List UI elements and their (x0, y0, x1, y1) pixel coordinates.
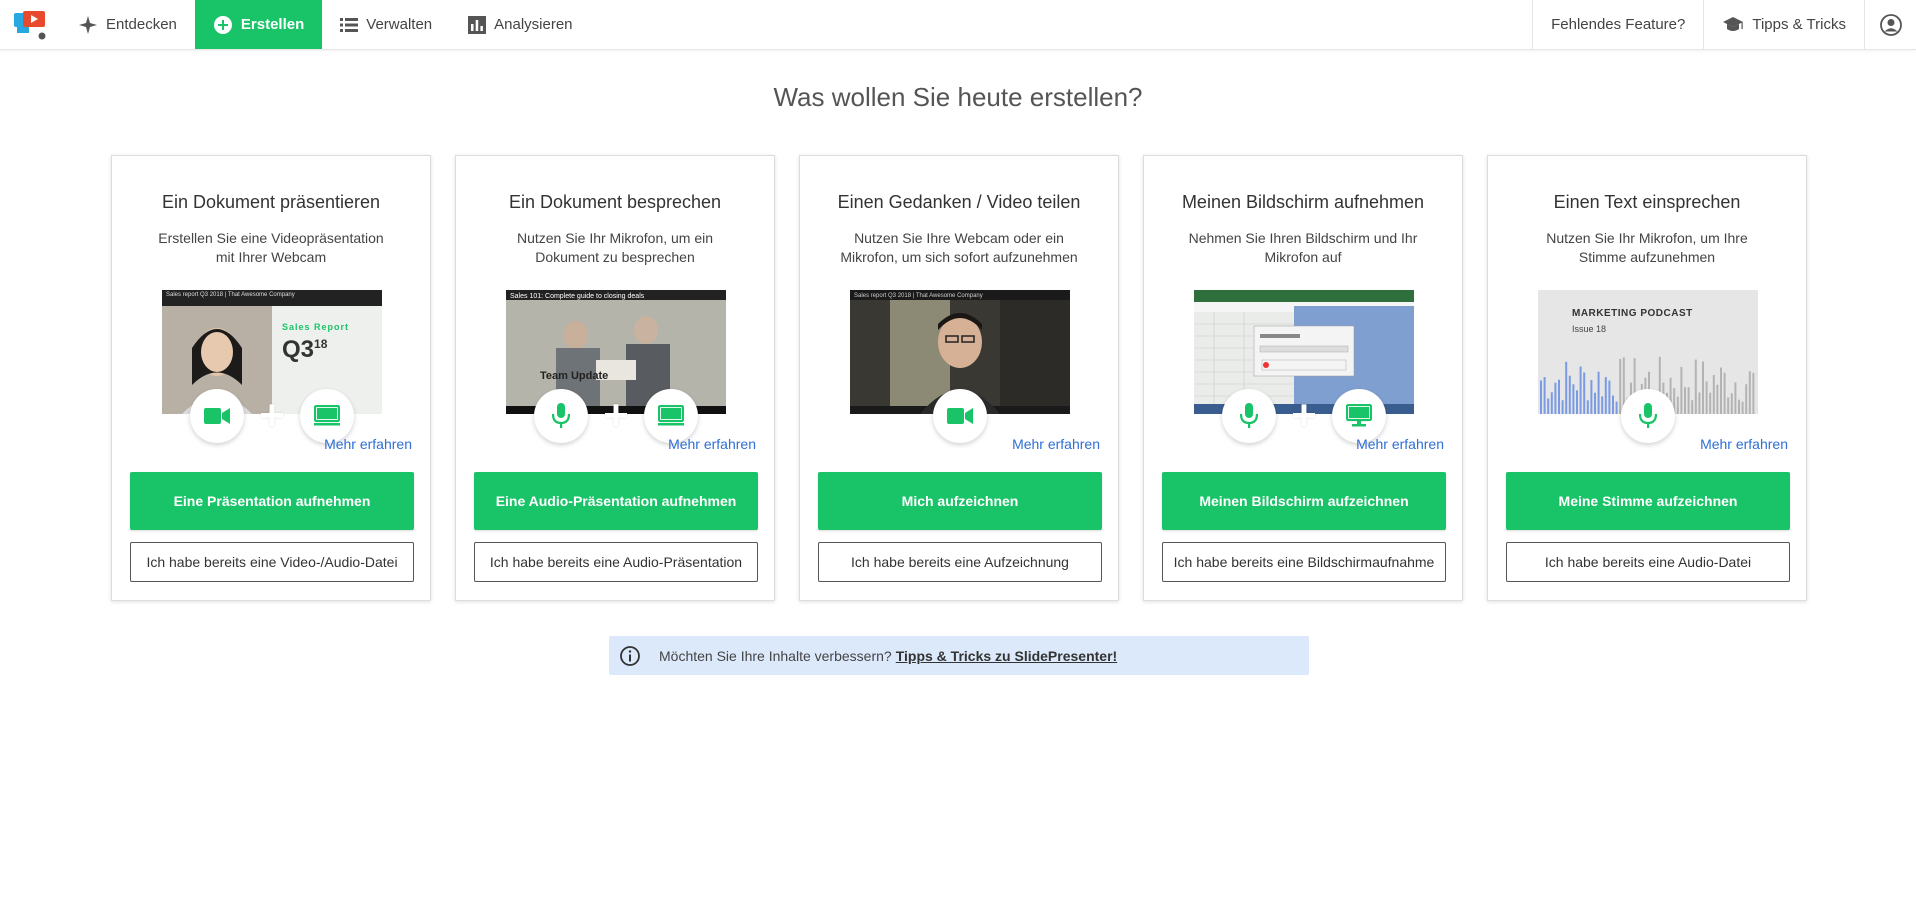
bar-chart-icon (468, 15, 487, 34)
preview-heading: Q3 (282, 336, 315, 363)
preview-subheading: Issue 18 (1572, 324, 1607, 334)
monitor-icon (644, 389, 698, 443)
nav-analysieren-label: Analysieren (494, 16, 573, 33)
card-present-document: Ein Dokument präsentieren Erstellen Sie … (111, 155, 431, 601)
preview-caption: Sales 101: Complete guide to closing dea… (510, 293, 645, 300)
preview-heading: MARKETING PODCAST (1572, 308, 1693, 319)
card-description: Nehmen Sie Ihren Bildschirm und Ihr Mikr… (1188, 230, 1418, 265)
card-title: Einen Text einsprechen (1553, 192, 1741, 212)
preview-caption: Sales report Q3 2018 | That Awesome Comp… (854, 293, 983, 299)
learn-more-link[interactable]: Mehr erfahren (1356, 436, 1444, 452)
record-presentation-button[interactable]: Eine Präsentation aufnehmen (130, 472, 414, 530)
graduation-cap-icon (1723, 16, 1744, 31)
tips-tricks-link-inline[interactable]: Tipps & Tricks zu SlidePresenter! (896, 648, 1117, 664)
nav-entdecken[interactable]: Entdecken (60, 0, 195, 49)
tips-info-banner: Möchten Sie Ihre Inhalte verbessern? Tip… (609, 636, 1309, 675)
tips-tricks-link[interactable]: Tipps & Tricks (1703, 0, 1864, 49)
card-record-screen: Meinen Bildschirm aufnehmen Nehmen Sie I… (1143, 155, 1463, 601)
preview-caption: Sales report Q3 2018 | That Awesome Comp… (166, 292, 295, 298)
upload-existing-button[interactable]: Ich habe bereits eine Video-/Audio-Datei (130, 542, 414, 582)
nav-analysieren[interactable]: Analysieren (450, 0, 590, 49)
info-icon (620, 645, 640, 666)
nav-entdecken-label: Entdecken (106, 16, 177, 33)
learn-more-link[interactable]: Mehr erfahren (1700, 436, 1788, 452)
app-logo[interactable] (0, 0, 60, 50)
record-audio-presentation-button[interactable]: Eine Audio-Präsentation aufnehmen (474, 472, 758, 530)
microphone-icon (1621, 389, 1675, 443)
user-account-button[interactable] (1864, 0, 1916, 49)
info-text: Möchten Sie Ihre Inhalte verbessern? (659, 647, 892, 664)
card-title: Meinen Bildschirm aufnehmen (1181, 192, 1425, 212)
microphone-icon (534, 389, 588, 443)
card-description: Nutzen Sie Ihr Mikrofon, um Ihre Stimme … (1546, 230, 1748, 265)
upload-existing-button[interactable]: Ich habe bereits eine Audio-Präsentation (474, 542, 758, 582)
card-title: Einen Gedanken / Video teilen (837, 192, 1081, 212)
nav-verwalten-label: Verwalten (366, 16, 433, 33)
preview-heading: Team Update (540, 370, 609, 382)
missing-feature-label: Fehlendes Feature? (1551, 16, 1686, 33)
plus-icon: + (603, 391, 629, 440)
record-voice-button[interactable]: Meine Stimme aufzeichnen (1506, 472, 1790, 530)
plus-circle-icon (213, 15, 232, 34)
microphone-icon (1222, 389, 1276, 443)
tips-tricks-label: Tipps & Tricks (1752, 16, 1846, 33)
sparkle-icon (79, 15, 97, 34)
nav-verwalten[interactable]: Verwalten (322, 0, 450, 49)
list-icon (340, 17, 359, 32)
user-avatar-icon (1879, 13, 1902, 36)
card-description: Erstellen Sie eine Videopräsentation mit… (158, 230, 384, 265)
card-title: Ein Dokument präsentieren (161, 192, 381, 212)
upload-existing-button[interactable]: Ich habe bereits eine Aufzeichnung (818, 542, 1102, 582)
plus-icon: + (1291, 391, 1317, 440)
top-navbar: Entdecken Erstellen Verwalten Analysiere… (0, 0, 1916, 50)
card-title: Ein Dokument besprechen (508, 192, 722, 212)
record-myself-button[interactable]: Mich aufzeichnen (818, 472, 1102, 530)
app-logo-icon (14, 11, 46, 40)
plus-icon: + (259, 391, 285, 440)
missing-feature-link[interactable]: Fehlendes Feature? (1532, 0, 1703, 49)
page-title: Was wollen Sie heute erstellen? (773, 82, 1143, 112)
desktop-icon (1332, 389, 1386, 443)
monitor-icon (300, 389, 354, 443)
card-discuss-document: Ein Dokument besprechen Nutzen Sie Ihr M… (455, 155, 775, 601)
nav-right-group: Fehlendes Feature? Tipps & Tricks (1532, 0, 1916, 49)
camera-icon (933, 389, 987, 443)
upload-existing-button[interactable]: Ich habe bereits eine Bildschirmaufnahme (1162, 542, 1446, 582)
upload-existing-button[interactable]: Ich habe bereits eine Audio-Datei (1506, 542, 1790, 582)
preview-heading-sup: 18 (314, 337, 328, 351)
card-voice-text: Einen Text einsprechen Nutzen Sie Ihr Mi… (1487, 155, 1807, 601)
nav-erstellen-label: Erstellen (240, 16, 305, 33)
create-options: Ein Dokument präsentieren Erstellen Sie … (111, 155, 1807, 601)
card-description: Nutzen Sie Ihr Mikrofon, um ein Dokument… (516, 230, 714, 265)
card-share-video: Einen Gedanken / Video teilen Nutzen Sie… (799, 155, 1119, 601)
learn-more-link[interactable]: Mehr erfahren (668, 436, 756, 452)
record-screen-button[interactable]: Meinen Bildschirm aufzeichnen (1162, 472, 1446, 530)
nav-erstellen[interactable]: Erstellen (194, 0, 323, 49)
preview-label: Sales Report (282, 322, 350, 332)
learn-more-link[interactable]: Mehr erfahren (1012, 436, 1100, 452)
camera-icon (190, 389, 244, 443)
card-description: Nutzen Sie Ihre Webcam oder ein Mikrofon… (840, 230, 1078, 265)
learn-more-link[interactable]: Mehr erfahren (324, 436, 412, 452)
